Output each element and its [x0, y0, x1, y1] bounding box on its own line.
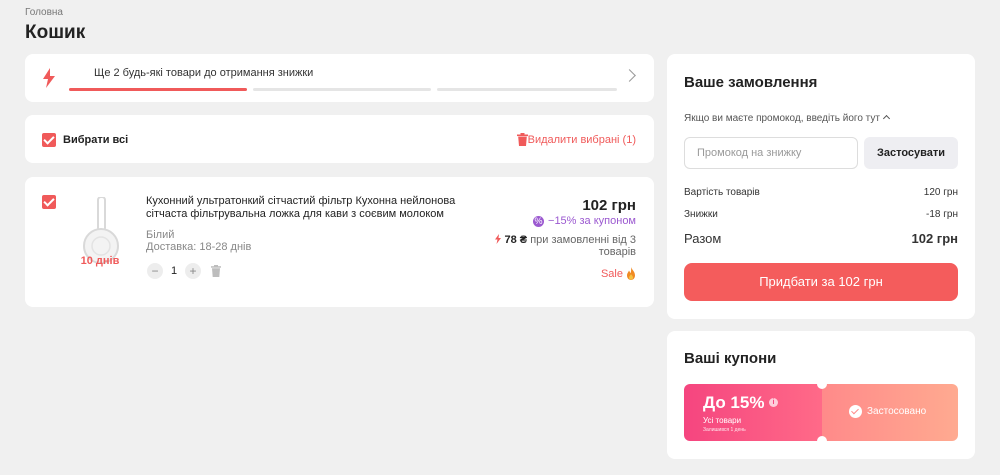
cart-item: 10 днів Кухонний ультратонкий сітчастий …: [25, 177, 654, 307]
bulk-price-offer: 78 ₴ при замовленні від 3 товарів: [486, 234, 636, 258]
total-row: Разом 102 грн: [684, 231, 958, 246]
coupon-scope: Усі товари: [703, 416, 742, 425]
buy-button[interactable]: Придбати за 102 грн: [684, 263, 958, 301]
item-checkbox[interactable]: [42, 195, 56, 209]
promo-text: Ще 2 будь-які товари до отримання знижки: [94, 67, 314, 79]
subtotal-label: Вартість товарів: [684, 187, 760, 198]
product-color: Білий: [146, 229, 175, 241]
info-icon[interactable]: i: [769, 398, 778, 407]
fire-icon: [627, 267, 635, 280]
promo-code-toggle[interactable]: Якщо ви маєте промокод, введіть його тут: [684, 113, 890, 124]
delete-selected-button[interactable]: Видалити вибрані (1): [528, 134, 636, 146]
coupon-applied-status: Застосовано: [849, 405, 926, 418]
select-all-checkbox[interactable]: [42, 133, 56, 147]
product-delivery: Доставка: 18-28 днів: [146, 241, 252, 253]
promo-hint-text: Якщо ви маєте промокод, введіть його тут: [684, 113, 880, 124]
order-summary: Ваше замовлення Якщо ви маєте промокод, …: [667, 54, 975, 319]
subtotal-row: Вартість товарів 120 грн: [684, 187, 958, 198]
coupon-ticket[interactable]: До 15% i Усі товари Залишився 1 день Зас…: [684, 379, 958, 446]
promo-progress-card[interactable]: Ще 2 будь-які товари до отримання знижки: [25, 54, 654, 102]
total-label: Разом: [684, 231, 722, 246]
coupon-notch-bottom: [817, 436, 827, 446]
coupon-discount-label: % −15% за купоном: [533, 215, 636, 227]
breadcrumb[interactable]: Головна: [25, 7, 63, 18]
promo-code-input[interactable]: [684, 137, 858, 169]
delivery-days-badge: 10 днів: [80, 255, 120, 267]
product-name[interactable]: Кухонний ультратонкий сітчастий фільтр К…: [146, 195, 491, 221]
progress-step-2: [253, 88, 431, 91]
sale-label: Sale: [600, 267, 623, 280]
subtotal-value: 120 грн: [923, 187, 958, 198]
coupon-notch-top: [817, 379, 827, 389]
coupon-icon: %: [533, 215, 545, 227]
trash-icon[interactable]: [517, 133, 528, 146]
quantity-stepper: − 1 +: [147, 263, 221, 279]
progress-step-1: [69, 88, 247, 91]
chevron-right-icon[interactable]: [623, 69, 636, 82]
progress-step-3: [437, 88, 617, 91]
apply-promo-button[interactable]: Застосувати: [864, 137, 958, 169]
bulk-price: 78 ₴: [504, 234, 528, 246]
check-circle-icon: [849, 405, 862, 418]
coupon-remaining: Залишився 1 день: [703, 427, 746, 433]
page-title: Кошик: [25, 22, 86, 43]
increase-quantity-button[interactable]: +: [185, 263, 201, 279]
coupon-discount: До 15%: [703, 393, 765, 412]
lightning-icon: [494, 234, 501, 244]
coupons-card: Ваші купони До 15% i Усі товари Залишивс…: [667, 331, 975, 459]
discount-value: -18 грн: [926, 209, 958, 220]
coupons-title: Ваші купони: [684, 350, 777, 367]
decrease-quantity-button[interactable]: −: [147, 263, 163, 279]
bulk-price-text: при замовленні від 3 товарів: [530, 234, 636, 258]
coupon-status-text: Застосовано: [867, 406, 927, 417]
sale-badge: Sale: [601, 267, 636, 280]
discount-label: Знижки: [684, 209, 718, 220]
select-all-bar: Вибрати всі Видалити вибрані (1): [25, 115, 654, 163]
discount-row: Знижки -18 грн: [684, 209, 958, 220]
quantity-value[interactable]: 1: [163, 265, 185, 277]
trash-icon[interactable]: [211, 265, 221, 277]
select-all-label[interactable]: Вибрати всі: [63, 134, 128, 146]
order-title: Ваше замовлення: [684, 74, 818, 91]
lightning-icon: [43, 68, 55, 88]
coupon-discount-text: −15% за купоном: [548, 215, 636, 227]
item-price: 102 грн: [582, 197, 636, 214]
total-value: 102 грн: [911, 231, 958, 246]
chevron-up-icon: [882, 114, 890, 123]
